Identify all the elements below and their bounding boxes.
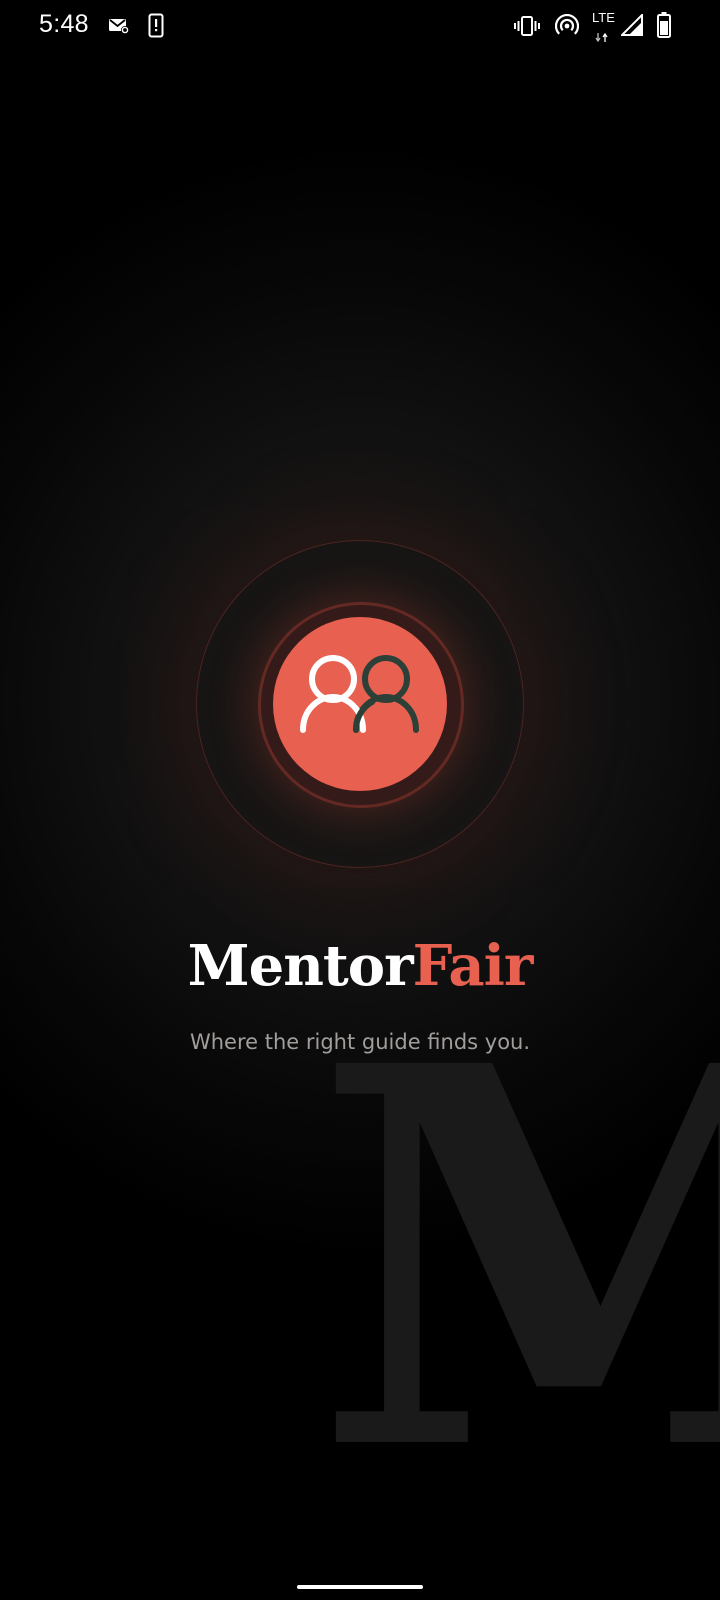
watermark-letter: M xyxy=(314,1000,720,1540)
wordmark-fair: Fair xyxy=(412,933,534,999)
vibrate-icon xyxy=(514,15,540,41)
status-time: 5:48 xyxy=(39,10,89,38)
hotspot-icon xyxy=(554,14,580,42)
network-type-label: LTE xyxy=(592,10,615,25)
home-indicator[interactable] xyxy=(297,1585,423,1589)
data-arrows-icon xyxy=(595,27,609,46)
status-bar: 5:48 LTE xyxy=(0,0,720,52)
battery-icon xyxy=(657,12,671,42)
app-logo xyxy=(196,540,524,868)
lte-data-icon: LTE xyxy=(592,11,615,25)
background-watermark: M xyxy=(300,1000,720,1540)
splash-screen: 5:48 LTE M MentorFair Where the right gu… xyxy=(0,0,720,1600)
app-tagline: Where the right guide finds you. xyxy=(189,1030,531,1054)
cell-signal-icon xyxy=(619,12,643,40)
app-wordmark: MentorFair xyxy=(0,934,720,998)
device-alert-icon xyxy=(148,13,164,43)
logo-disc xyxy=(273,617,447,791)
mail-icon xyxy=(108,16,130,40)
wordmark-mentor: Mentor xyxy=(187,933,414,999)
